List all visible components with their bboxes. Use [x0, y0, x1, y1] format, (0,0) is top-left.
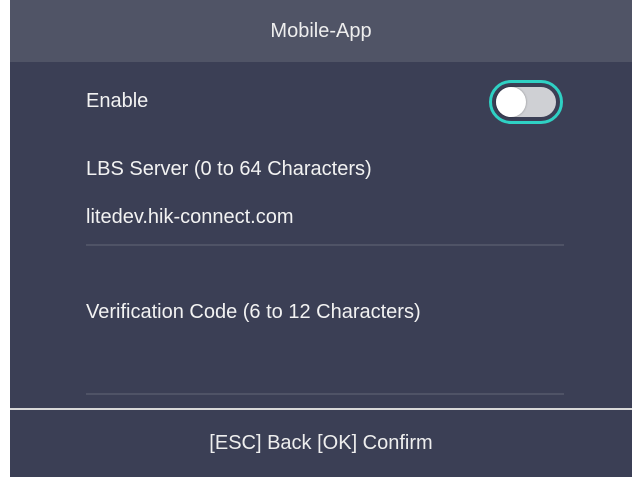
lbs-server-input[interactable] [86, 199, 564, 235]
page-title: Mobile-App [270, 19, 372, 42]
toggle-knob [496, 87, 526, 117]
lbs-server-underline [86, 244, 564, 246]
footer-hint: [ESC] Back [OK] Confirm [209, 432, 433, 454]
lbs-server-label: LBS Server (0 to 64 Characters) [86, 158, 372, 180]
settings-panel: Enable LBS Server (0 to 64 Characters) V… [10, 62, 632, 408]
mobile-app-screen: Mobile-App Enable LBS Server (0 to 64 Ch… [10, 0, 632, 477]
header-bar: Mobile-App [10, 0, 632, 62]
enable-label: Enable [86, 90, 149, 112]
verification-code-input[interactable] [86, 344, 564, 380]
enable-toggle[interactable] [489, 80, 563, 124]
verification-code-label: Verification Code (6 to 12 Characters) [86, 301, 421, 323]
footer-bar: [ESC] Back [OK] Confirm [10, 410, 632, 477]
verification-code-underline [86, 393, 564, 395]
